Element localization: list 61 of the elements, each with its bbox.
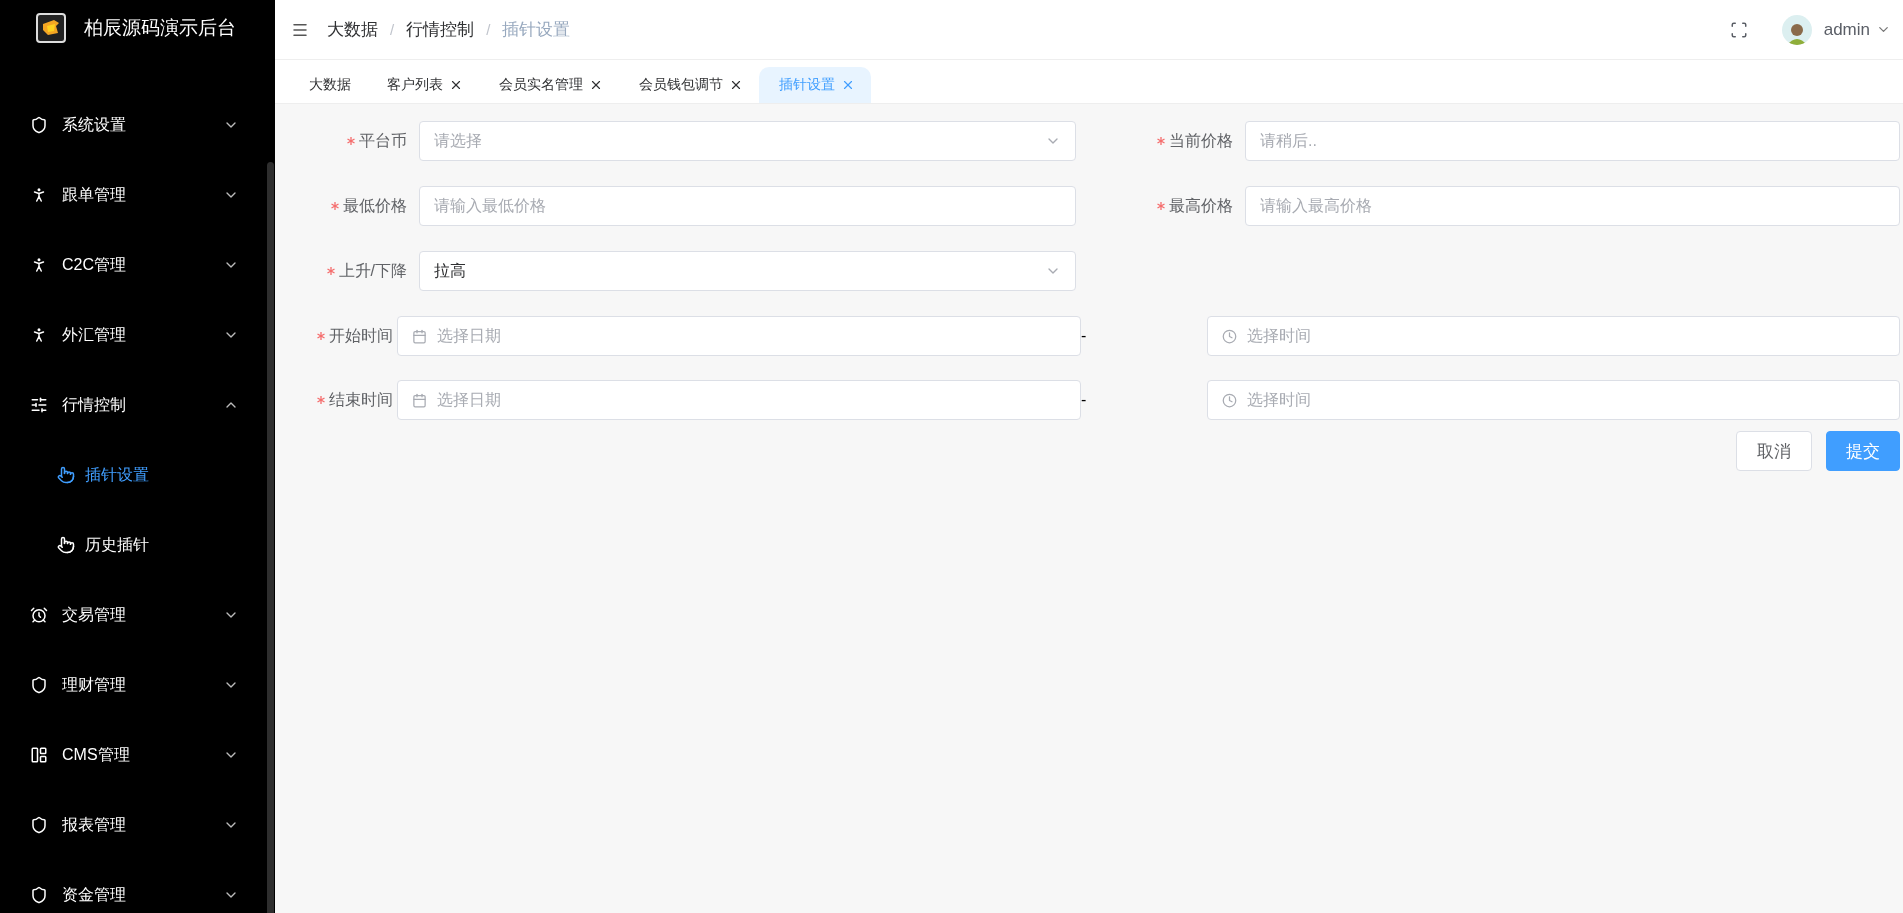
pointer-icon	[57, 466, 75, 484]
shield-icon	[30, 816, 48, 834]
range-separator: -	[1081, 391, 1088, 409]
menu-item[interactable]: 跟单管理	[0, 160, 265, 230]
menu-item[interactable]: 行情控制	[0, 370, 265, 440]
breadcrumb-separator: /	[486, 21, 491, 38]
required-icon	[331, 202, 339, 210]
sliders-icon	[30, 396, 48, 414]
required-icon	[347, 137, 355, 145]
close-icon[interactable]	[449, 78, 463, 92]
shield-icon	[30, 116, 48, 134]
shield-icon	[30, 676, 48, 694]
scrollbar-thumb[interactable]	[266, 162, 274, 913]
breadcrumb-item[interactable]: 大数据	[327, 18, 378, 41]
required-icon	[317, 332, 325, 340]
close-icon[interactable]	[589, 78, 603, 92]
alarm-clock-icon	[30, 606, 48, 624]
calendar-icon	[412, 392, 427, 408]
menu-item[interactable]: CMS管理	[0, 720, 265, 790]
menu-item[interactable]: 资金管理	[0, 860, 265, 913]
field-label: 结束时间	[329, 389, 393, 410]
tab[interactable]: 客户列表	[367, 67, 479, 103]
range-separator: -	[1081, 327, 1088, 345]
app-title: 柏辰源码演示后台	[84, 16, 236, 40]
pointer-icon	[57, 536, 75, 554]
tab[interactable]: 会员钱包调节	[619, 67, 759, 103]
clock-icon	[1222, 328, 1237, 344]
menu-item[interactable]: 外汇管理	[0, 300, 265, 370]
breadcrumb-separator: /	[390, 21, 395, 38]
menu-item[interactable]: 交易管理	[0, 580, 265, 650]
required-icon	[1157, 202, 1165, 210]
required-icon	[317, 396, 325, 404]
breadcrumb-item: 插针设置	[502, 19, 571, 41]
layout-icon	[30, 746, 48, 764]
breadcrumb-item[interactable]: 行情控制	[406, 18, 475, 41]
clock-icon	[1222, 392, 1237, 408]
submenu-item[interactable]: 历史插针	[0, 510, 265, 580]
avatar[interactable]	[1781, 14, 1812, 45]
field-label: 上升/下降	[338, 260, 407, 281]
calendar-icon	[412, 328, 427, 344]
fullscreen-icon[interactable]	[1729, 20, 1748, 39]
menu-item[interactable]: 理财管理	[0, 650, 265, 720]
submenu-item[interactable]: 插针设置	[0, 440, 265, 510]
user-name[interactable]: admin	[1823, 19, 1870, 40]
field-label: 平台币	[359, 130, 407, 151]
cancel-button[interactable]: 取消	[1736, 431, 1812, 471]
logo-icon	[36, 13, 66, 43]
select-field[interactable]: 拉高	[419, 251, 1076, 291]
shield-icon	[30, 886, 48, 904]
required-icon	[1157, 137, 1165, 145]
required-icon	[326, 267, 335, 275]
menu-item[interactable]: 系统设置	[0, 90, 265, 160]
field-label: 最高价格	[1169, 195, 1233, 216]
tab[interactable]: 会员实名管理	[479, 67, 619, 103]
field-label: 当前价格	[1169, 130, 1233, 151]
field-label: 最低价格	[343, 195, 407, 216]
close-icon[interactable]	[729, 78, 743, 92]
menu-item[interactable]: C2C管理	[0, 230, 265, 300]
field-label: 开始时间	[329, 325, 393, 346]
tab[interactable]: 大数据	[289, 67, 367, 103]
menu-item[interactable]: 报表管理	[0, 790, 265, 860]
